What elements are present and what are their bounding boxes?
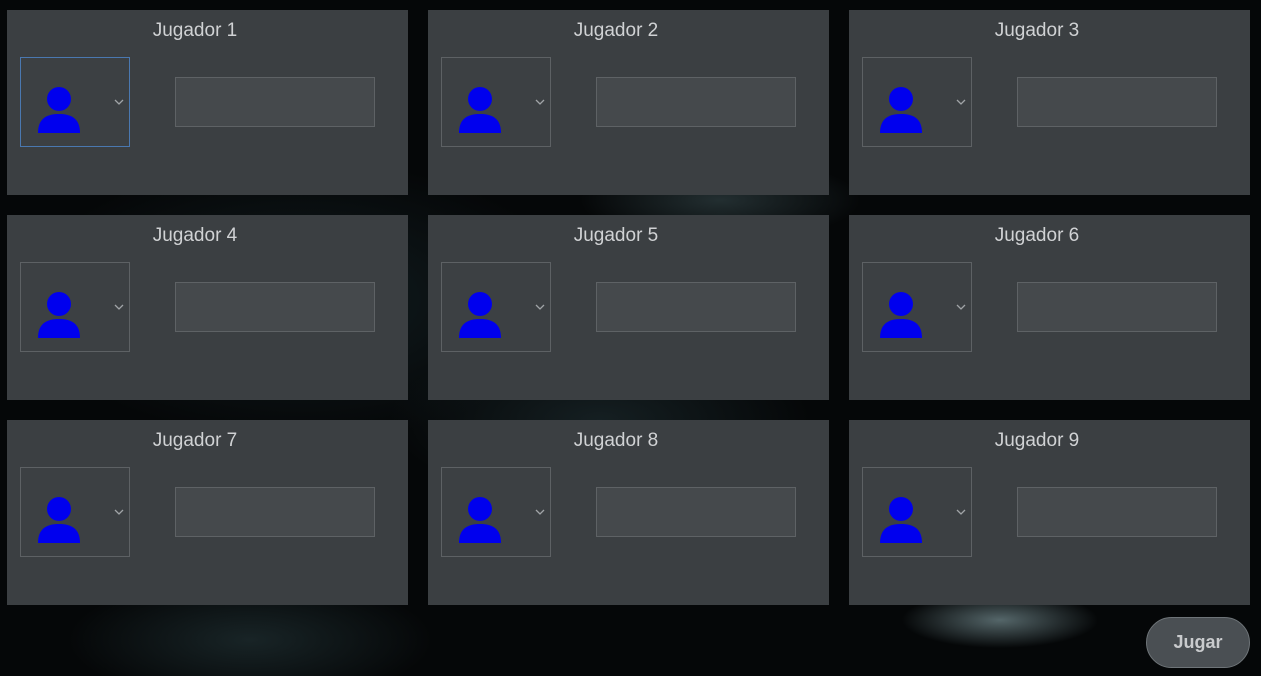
player-name-input[interactable]	[175, 487, 375, 537]
avatar-select[interactable]	[441, 467, 551, 557]
user-icon	[38, 87, 80, 133]
chevron-down-icon	[535, 99, 545, 105]
player-card-9: Jugador 9	[849, 420, 1250, 605]
player-title: Jugador 3	[994, 20, 1080, 41]
player-title: Jugador 5	[573, 225, 659, 246]
player-name-input[interactable]	[596, 282, 796, 332]
player-name-input[interactable]	[175, 282, 375, 332]
player-title: Jugador 4	[152, 225, 238, 246]
user-icon	[38, 292, 80, 338]
user-icon	[459, 497, 501, 543]
chevron-down-icon	[114, 509, 124, 515]
player-title: Jugador 1	[152, 20, 238, 41]
chevron-down-icon	[956, 304, 966, 310]
avatar-select[interactable]	[441, 57, 551, 147]
avatar-select[interactable]	[862, 262, 972, 352]
user-icon	[459, 87, 501, 133]
play-button[interactable]: Jugar	[1146, 617, 1250, 668]
avatar-select[interactable]	[20, 262, 130, 352]
player-name-input[interactable]	[1017, 77, 1217, 127]
player-card-8: Jugador 8	[428, 420, 829, 605]
player-card-3: Jugador 3	[849, 10, 1250, 195]
player-card-5: Jugador 5	[428, 215, 829, 400]
chevron-down-icon	[956, 99, 966, 105]
player-card-4: Jugador 4	[7, 215, 408, 400]
avatar-select[interactable]	[20, 57, 130, 147]
chevron-down-icon	[114, 304, 124, 310]
user-icon	[880, 87, 922, 133]
player-title: Jugador 9	[994, 430, 1080, 451]
player-title: Jugador 8	[573, 430, 659, 451]
chevron-down-icon	[114, 99, 124, 105]
player-name-input[interactable]	[1017, 487, 1217, 537]
player-card-1: Jugador 1	[7, 10, 408, 195]
player-name-input[interactable]	[175, 77, 375, 127]
player-title: Jugador 2	[573, 20, 659, 41]
chevron-down-icon	[535, 509, 545, 515]
user-icon	[38, 497, 80, 543]
user-icon	[880, 292, 922, 338]
avatar-select[interactable]	[441, 262, 551, 352]
player-name-input[interactable]	[596, 77, 796, 127]
user-icon	[880, 497, 922, 543]
player-card-2: Jugador 2	[428, 10, 829, 195]
avatar-select[interactable]	[862, 57, 972, 147]
players-grid: Jugador 1 Jugador 2 Jugador 3 Jugador 4 …	[7, 10, 1250, 605]
player-card-7: Jugador 7	[7, 420, 408, 605]
player-title: Jugador 6	[994, 225, 1080, 246]
player-name-input[interactable]	[1017, 282, 1217, 332]
avatar-select[interactable]	[862, 467, 972, 557]
avatar-select[interactable]	[20, 467, 130, 557]
chevron-down-icon	[535, 304, 545, 310]
player-name-input[interactable]	[596, 487, 796, 537]
user-icon	[459, 292, 501, 338]
player-card-6: Jugador 6	[849, 215, 1250, 400]
player-title: Jugador 7	[152, 430, 238, 451]
chevron-down-icon	[956, 509, 966, 515]
